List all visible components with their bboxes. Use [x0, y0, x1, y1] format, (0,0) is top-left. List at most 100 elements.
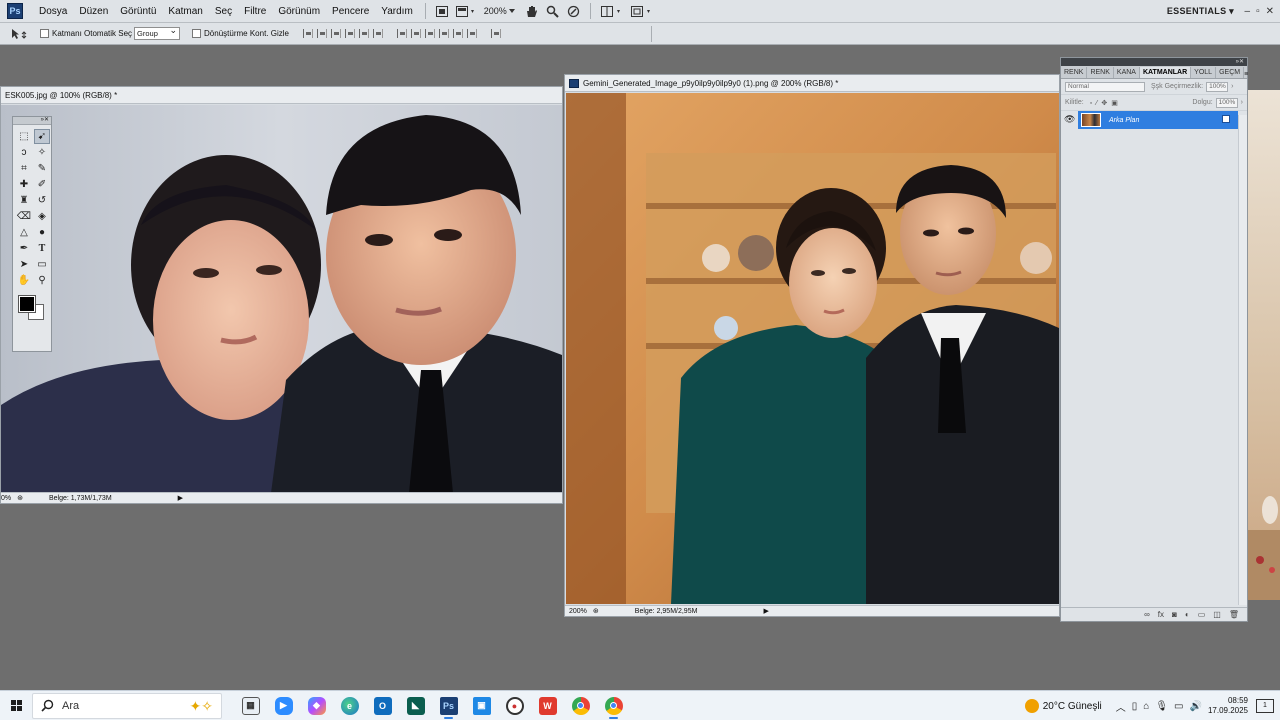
tab-layers[interactable]: KATMANLAR	[1139, 67, 1192, 78]
blur-tool-icon[interactable]: △	[16, 225, 32, 240]
link-layers-icon[interactable]: ∞	[1144, 610, 1150, 619]
pen-tool-icon[interactable]: ✒	[16, 241, 32, 256]
zoom-tool-button[interactable]	[542, 3, 563, 20]
move-tool-preset-picker[interactable]	[0, 28, 40, 40]
marquee-tool-icon[interactable]: ⬚	[16, 129, 32, 144]
tab-paths[interactable]: YOLL	[1191, 67, 1217, 78]
zoom-tool-icon[interactable]: ⚲	[34, 273, 50, 288]
opacity-input[interactable]: 100%	[1206, 81, 1229, 92]
tab-color[interactable]: RENK	[1061, 67, 1088, 78]
document-window-esk005[interactable]: ESK005.jpg @ 100% (RGB/8) * 0% ⊛ Belge: …	[0, 86, 563, 504]
device-icon[interactable]: ▯	[1132, 701, 1138, 712]
distribute-horizontal-center-icon[interactable]	[452, 29, 463, 38]
layers-scrollbar[interactable]	[1238, 115, 1247, 605]
workspace-switcher[interactable]: ESSENTIALS ▾	[1167, 0, 1234, 23]
hand-tool-icon[interactable]: ✋	[16, 273, 32, 288]
new-layer-icon[interactable]: ◫	[1213, 610, 1221, 619]
adjustment-layer-icon[interactable]: ◐	[1185, 610, 1190, 619]
bridge-button[interactable]	[432, 3, 452, 20]
tab-swatches[interactable]: RENK	[1087, 67, 1114, 78]
distribute-right-icon[interactable]	[466, 29, 477, 38]
fill-arrow-icon[interactable]: ›	[1241, 99, 1243, 106]
screen-layout-button[interactable]	[627, 3, 657, 20]
brush-tool-icon[interactable]: ✐	[34, 177, 50, 192]
taskbar-zoom[interactable]: ▶	[267, 691, 300, 720]
magic-wand-tool-icon[interactable]: ✧	[34, 145, 50, 160]
restore-button[interactable]: ▫	[1256, 6, 1260, 17]
screen-mode-button[interactable]	[452, 3, 480, 20]
taskbar-chrome-2[interactable]	[597, 691, 630, 720]
layer-visibility-eye-icon[interactable]: 👁	[1064, 114, 1075, 125]
volume-icon[interactable]: 🔊	[1190, 701, 1202, 712]
weather-widget[interactable]: 20°C Güneşli	[1024, 699, 1102, 713]
menu-goruntu[interactable]: Görüntü	[114, 0, 162, 23]
align-left-icon[interactable]	[344, 29, 355, 38]
start-button[interactable]	[0, 691, 32, 720]
shape-tool-icon[interactable]: ▭	[34, 257, 50, 272]
document-canvas-old-photo[interactable]	[1, 105, 562, 493]
auto-select-mode-dropdown[interactable]: Group	[134, 25, 181, 40]
taskbar-wps[interactable]: W	[531, 691, 564, 720]
network-icon[interactable]: ⌂	[1143, 701, 1149, 712]
healing-brush-tool-icon[interactable]: ✚	[16, 177, 32, 192]
layer-row-background[interactable]: Arka Plan	[1078, 111, 1238, 129]
battery-icon[interactable]: ▭	[1174, 701, 1183, 712]
show-transform-controls-checkbox[interactable]: Dönüştürme Kont. Gizle	[192, 29, 289, 38]
menu-katman[interactable]: Katman	[162, 0, 208, 23]
menu-duzen[interactable]: Düzen	[73, 0, 114, 23]
align-vertical-center-icon[interactable]	[316, 29, 327, 38]
move-tool-icon[interactable]: ➹	[34, 129, 50, 144]
panel-group-header[interactable]: »✕	[1061, 58, 1247, 66]
delete-layer-icon[interactable]: 🗑	[1229, 610, 1239, 619]
taskbar-photoshop[interactable]: Ps	[432, 691, 465, 720]
crop-tool-icon[interactable]: ⌗	[16, 161, 32, 176]
status-menu-icon[interactable]: ⊛	[593, 607, 599, 615]
document-canvas-generated-photo[interactable]	[566, 93, 1059, 604]
tab-channels[interactable]: KANA	[1114, 67, 1140, 78]
status-arrow-icon[interactable]: ▶	[178, 494, 183, 502]
taskbar-screen-tool[interactable]: ●	[498, 691, 531, 720]
status-menu-icon[interactable]: ⊛	[17, 494, 23, 502]
taskbar-widgets[interactable]: ▦	[234, 691, 267, 720]
zoom-level-dropdown[interactable]: 200%	[480, 3, 521, 20]
new-group-icon[interactable]: ▭	[1198, 610, 1206, 619]
menu-gorunum[interactable]: Görünüm	[272, 0, 326, 23]
distribute-bottom-icon[interactable]	[424, 29, 435, 38]
distribute-left-icon[interactable]	[438, 29, 449, 38]
taskbar-file-manager[interactable]: ▣	[465, 691, 498, 720]
path-selection-tool-icon[interactable]: ➤	[16, 257, 32, 272]
taskbar-outlook[interactable]: O	[366, 691, 399, 720]
eraser-tool-icon[interactable]: ⌫	[16, 209, 32, 224]
rotate-view-button[interactable]	[563, 3, 584, 20]
auto-select-checkbox[interactable]: Katmanı Otomatik Seç	[40, 29, 132, 38]
paint-bucket-tool-icon[interactable]: ◈	[34, 209, 50, 224]
eyedropper-tool-icon[interactable]: ✎	[34, 161, 50, 176]
taskbar-app-teal[interactable]: ◣	[399, 691, 432, 720]
document-zoom[interactable]: 0%	[1, 495, 11, 502]
close-button[interactable]: ✕	[1266, 6, 1274, 17]
dodge-tool-icon[interactable]: ●	[34, 225, 50, 240]
foreground-color-swatch[interactable]	[18, 295, 36, 313]
layer-style-icon[interactable]: fx	[1158, 610, 1164, 619]
lasso-tool-icon[interactable]: ↄ	[16, 145, 32, 160]
notification-center-button[interactable]: 1	[1256, 699, 1274, 713]
clock[interactable]: 08:59 17.09.2025	[1208, 696, 1248, 716]
opacity-arrow-icon[interactable]: ›	[1231, 83, 1233, 90]
tools-panel-header[interactable]: »✕	[13, 117, 51, 125]
clone-stamp-tool-icon[interactable]: ♜	[16, 193, 32, 208]
distribute-top-icon[interactable]	[396, 29, 407, 38]
document-title-bar[interactable]: Gemini_Generated_Image_p9y0ilp9y0ilp9y0 …	[565, 75, 1059, 92]
lock-icons[interactable]: ▫⁄✥▣	[1090, 99, 1122, 107]
align-top-icon[interactable]	[302, 29, 313, 38]
microphone-icon[interactable]: 🎙	[1155, 701, 1168, 712]
menu-yardim[interactable]: Yardım	[375, 0, 419, 23]
align-right-icon[interactable]	[372, 29, 383, 38]
menu-sec[interactable]: Seç	[209, 0, 238, 23]
document-zoom[interactable]: 200%	[569, 608, 587, 615]
status-arrow-icon[interactable]: ▶	[763, 607, 768, 615]
align-horizontal-center-icon[interactable]	[358, 29, 369, 38]
menu-pencere[interactable]: Pencere	[326, 0, 375, 23]
document-title-bar[interactable]: ESK005.jpg @ 100% (RGB/8) *	[1, 87, 562, 104]
taskbar-edge[interactable]: e	[333, 691, 366, 720]
taskbar-search[interactable]: Ara ✦✧	[32, 692, 222, 719]
